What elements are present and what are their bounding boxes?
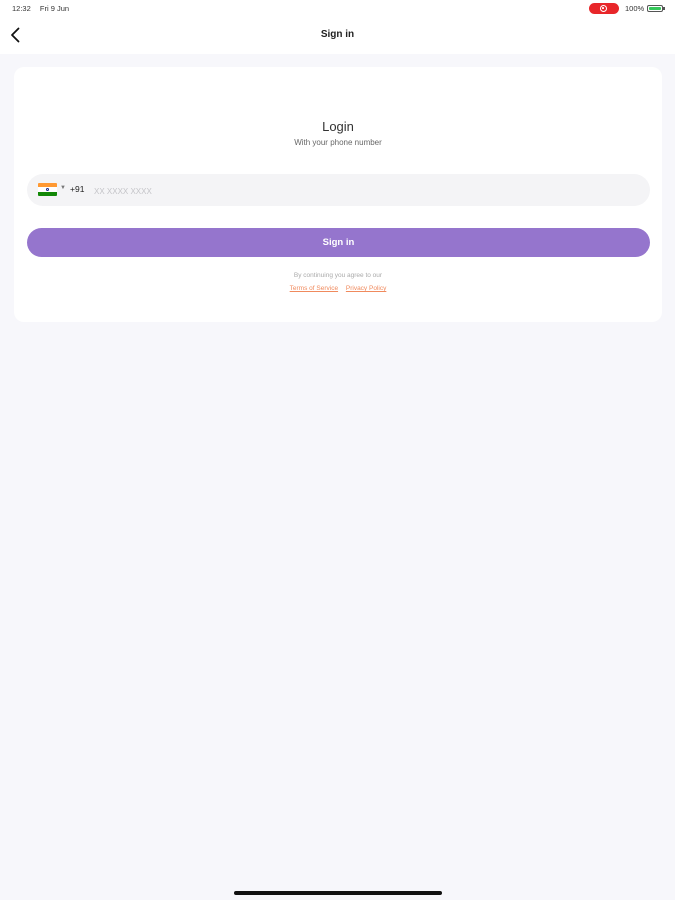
privacy-policy-link[interactable]: Privacy Policy — [346, 285, 386, 292]
battery-icon — [647, 5, 663, 12]
phone-input[interactable] — [92, 182, 636, 200]
home-indicator[interactable] — [234, 891, 442, 895]
status-time-date: 12:32 Fri 9 Jun — [12, 4, 69, 13]
sign-in-button[interactable]: Sign in — [27, 228, 650, 257]
india-flag-icon[interactable] — [38, 183, 57, 196]
terms-links: Terms of Service Privacy Policy — [14, 285, 662, 292]
chevron-down-icon[interactable]: ▼ — [60, 185, 66, 191]
record-icon — [600, 5, 607, 12]
battery-cap — [663, 7, 665, 10]
country-code[interactable]: +91 — [70, 184, 84, 194]
status-bar: 12:32 Fri 9 Jun 100% — [0, 0, 675, 18]
terms-of-service-link[interactable]: Terms of Service — [290, 285, 338, 292]
screen-recording-indicator[interactable] — [589, 3, 619, 14]
battery-percentage: 100% — [625, 4, 645, 13]
login-title: Login — [322, 119, 354, 134]
login-subtitle: With your phone number — [294, 138, 382, 147]
status-time: 12:32 — [12, 4, 31, 13]
phone-field: ▼ +91 — [27, 174, 650, 206]
login-card: Login With your phone number ▼ +91 Sign … — [14, 67, 662, 322]
status-date: Fri 9 Jun — [39, 4, 70, 13]
page-title: Sign in — [320, 29, 355, 40]
terms-notice: By continuing you agree to our — [293, 272, 383, 279]
navigation-bar: Sign in — [0, 18, 675, 54]
